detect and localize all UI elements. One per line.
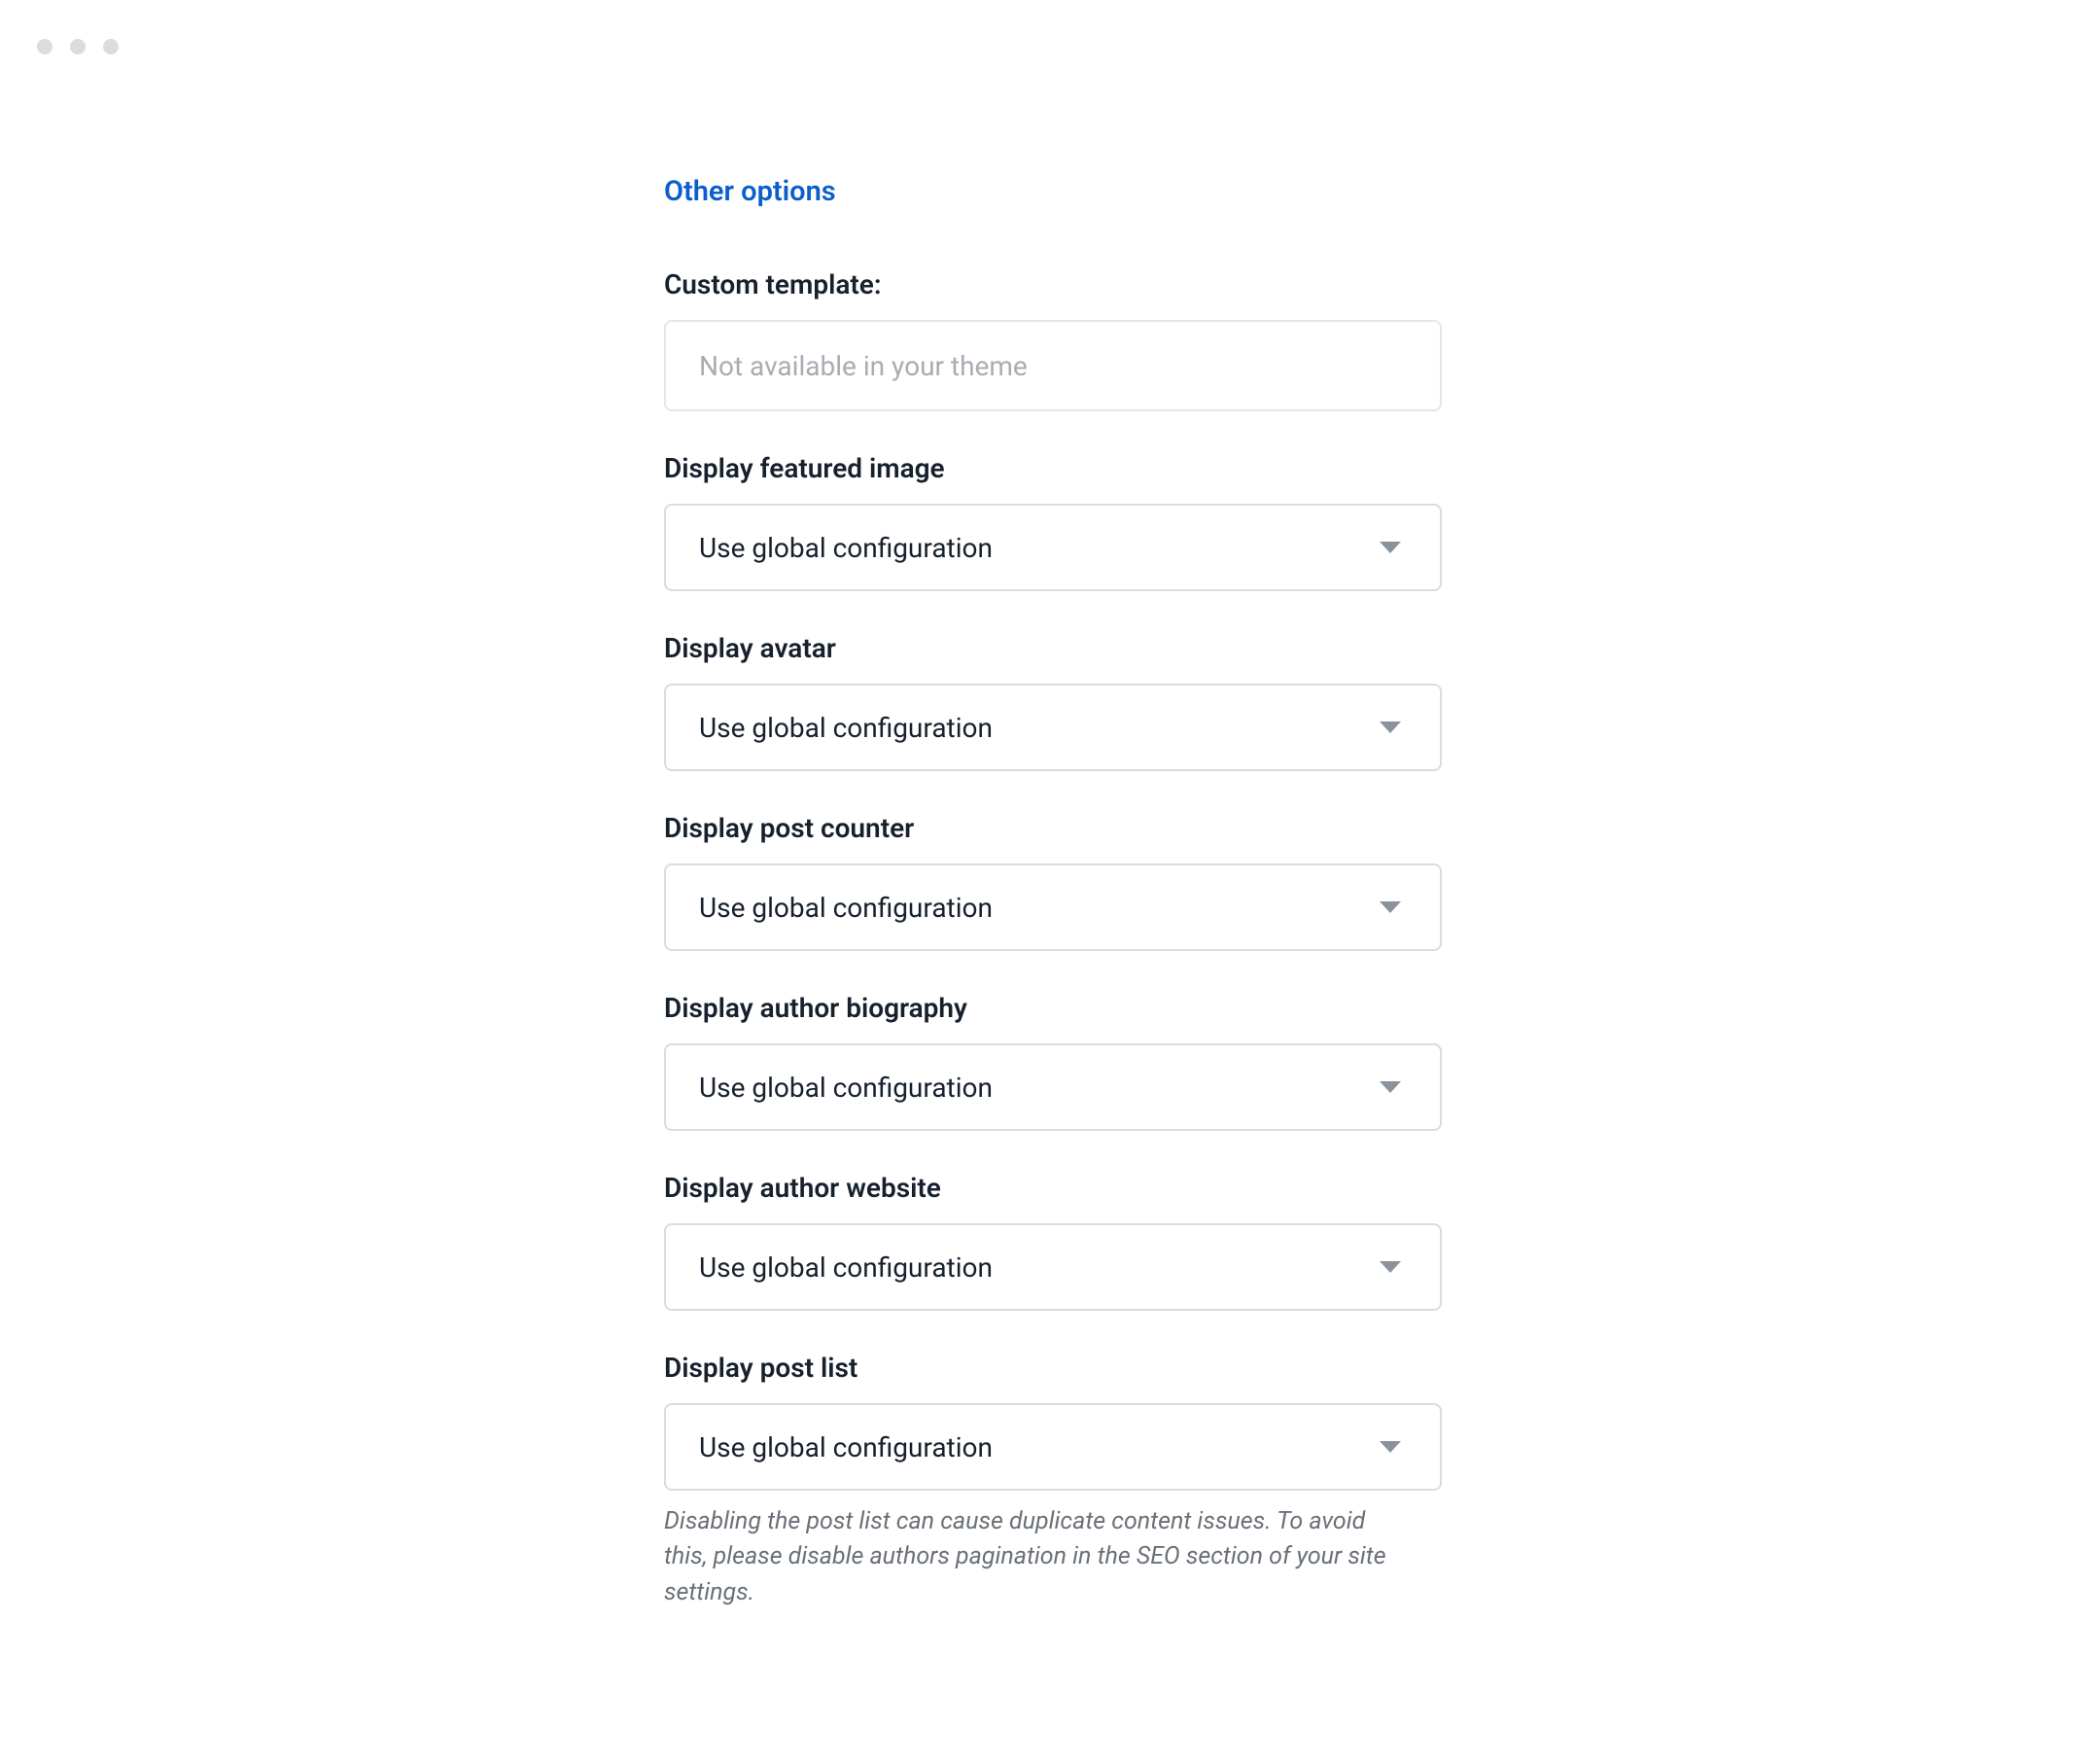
- select-display-author-biography[interactable]: Use global configuration: [664, 1043, 1442, 1131]
- label-display-post-counter: Display post counter: [664, 812, 1442, 844]
- select-display-featured-image[interactable]: Use global configuration: [664, 504, 1442, 591]
- field-display-featured-image: Display featured image Use global config…: [664, 452, 1442, 591]
- label-custom-template: Custom template:: [664, 268, 1442, 300]
- field-display-post-counter: Display post counter Use global configur…: [664, 812, 1442, 951]
- field-display-author-biography: Display author biography Use global conf…: [664, 992, 1442, 1131]
- label-display-avatar: Display avatar: [664, 632, 1442, 664]
- label-display-author-biography: Display author biography: [664, 992, 1442, 1024]
- field-custom-template: Custom template:: [664, 268, 1442, 411]
- select-display-author-website[interactable]: Use global configuration: [664, 1223, 1442, 1311]
- label-display-post-list: Display post list: [664, 1352, 1442, 1384]
- section-header: Other options: [664, 175, 1442, 208]
- form-other-options: Other options Custom template: Display f…: [664, 175, 1442, 1651]
- traffic-light-maximize[interactable]: [103, 39, 119, 54]
- traffic-light-minimize[interactable]: [70, 39, 86, 54]
- field-display-author-website: Display author website Use global config…: [664, 1172, 1442, 1311]
- label-display-featured-image: Display featured image: [664, 452, 1442, 484]
- window-traffic-lights: [37, 39, 119, 54]
- field-display-avatar: Display avatar Use global configuration: [664, 632, 1442, 771]
- traffic-light-close[interactable]: [37, 39, 52, 54]
- select-display-avatar[interactable]: Use global configuration: [664, 684, 1442, 771]
- select-display-post-counter[interactable]: Use global configuration: [664, 863, 1442, 951]
- input-custom-template[interactable]: [664, 320, 1442, 411]
- select-display-post-list[interactable]: Use global configuration: [664, 1403, 1442, 1491]
- field-display-post-list: Display post list Use global configurati…: [664, 1352, 1442, 1610]
- help-text-display-post-list: Disabling the post list can cause duplic…: [664, 1504, 1413, 1610]
- label-display-author-website: Display author website: [664, 1172, 1442, 1204]
